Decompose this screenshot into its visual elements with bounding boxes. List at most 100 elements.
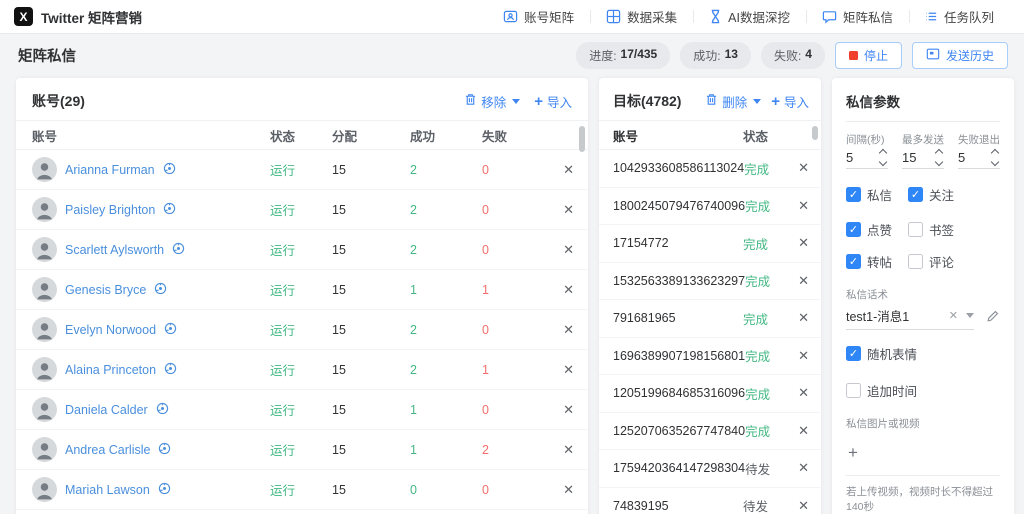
target-id: 1205199684685316096 — [613, 386, 746, 401]
comment-checkbox[interactable]: 评论 — [908, 252, 954, 271]
close-icon[interactable]: ✕ — [794, 271, 813, 291]
close-icon[interactable]: ✕ — [794, 308, 813, 328]
targets-delete-button[interactable]: 删除 — [705, 92, 762, 111]
assigned-count: 15 — [332, 282, 346, 297]
close-icon[interactable]: ✕ — [559, 200, 578, 220]
close-icon[interactable]: ✕ — [794, 346, 813, 366]
status-badge: 完成 — [745, 200, 771, 215]
close-icon[interactable]: ✕ — [559, 480, 578, 500]
follow-checkbox[interactable]: ✓ 关注 — [908, 185, 954, 204]
fail-exit-input[interactable]: 5 — [958, 148, 1000, 169]
close-icon[interactable]: ✕ — [794, 458, 813, 478]
close-icon[interactable]: ✕ — [559, 280, 578, 300]
history-label: 发送历史 — [945, 48, 994, 63]
checkbox-label: 追加时间 — [867, 385, 918, 399]
accounts-scrollbar[interactable] — [579, 126, 585, 152]
close-icon[interactable]: ✕ — [794, 158, 813, 178]
video-hint-text: 若上传视频，视频时长不得超过140秒 — [846, 486, 993, 513]
account-name-link[interactable]: Arianna Furman — [65, 163, 155, 177]
close-icon[interactable]: ✕ — [559, 400, 578, 420]
accounts-remove-button[interactable]: 移除 — [464, 92, 521, 111]
account-name-link[interactable]: Andrea Carlisle — [65, 443, 150, 457]
close-icon[interactable]: ✕ — [559, 240, 578, 260]
send-history-button[interactable]: 发送历史 — [911, 41, 1008, 69]
account-name-link[interactable]: Alaina Princeton — [65, 363, 156, 377]
browser-icon[interactable] — [156, 402, 169, 418]
close-icon[interactable]: ✕ — [794, 421, 813, 441]
random-emoji-checkbox[interactable]: ✓ 随机表情 — [846, 344, 917, 363]
repost-checkbox[interactable]: ✓ 转帖 — [846, 252, 892, 271]
close-icon[interactable]: ✕ — [559, 360, 578, 380]
add-media-icon[interactable]: + — [848, 443, 858, 462]
x-logo-icon: X — [14, 7, 33, 26]
close-icon[interactable]: ✕ — [794, 233, 813, 253]
status-badge: 完成 — [744, 162, 770, 177]
browser-icon[interactable] — [164, 322, 177, 338]
close-icon[interactable]: ✕ — [794, 496, 813, 514]
table-row: Alaina Princeton 运行 15 2 1 ✕ — [16, 350, 588, 390]
nav-item-task-queue[interactable]: 任务队列 — [908, 0, 1010, 33]
close-icon[interactable]: ✕ — [794, 383, 813, 403]
append-time-checkbox[interactable]: 追加时间 — [846, 381, 917, 400]
targets-import-button[interactable]: + 导入 — [771, 92, 809, 111]
accounts-import-button[interactable]: + 导入 — [534, 92, 572, 111]
close-icon[interactable]: ✕ — [559, 160, 578, 180]
account-name-link[interactable]: Mariah Lawson — [65, 483, 150, 497]
browser-icon[interactable] — [164, 362, 177, 378]
target-id: 1252070635267747840 — [613, 423, 746, 438]
like-checkbox[interactable]: ✓ 点赞 — [846, 220, 892, 239]
browser-icon[interactable] — [163, 162, 176, 178]
remove-label: 移除 — [481, 95, 507, 110]
checkbox-checked-icon: ✓ — [846, 187, 861, 202]
nav-item-account-matrix[interactable]: 账号矩阵 — [487, 0, 590, 33]
checkbox-checked-icon: ✓ — [908, 187, 924, 202]
fail-count: 2 — [482, 442, 489, 457]
spin-up-icon[interactable] — [934, 148, 944, 158]
col-fail: 失败 — [482, 129, 508, 144]
dm-script-select[interactable]: test1-消息1 ✕ — [846, 306, 974, 330]
account-name-link[interactable]: Scarlett Aylsworth — [65, 243, 164, 257]
status-badge: 完成 — [745, 425, 771, 440]
chevron-down-icon — [966, 313, 974, 318]
spin-down-icon[interactable] — [990, 157, 1000, 167]
account-name-link[interactable]: Evelyn Norwood — [65, 323, 156, 337]
import-label: 导入 — [783, 95, 809, 110]
progress-badge: 进度: 17/435 — [576, 41, 671, 69]
interval-input[interactable]: 5 — [846, 148, 888, 169]
spin-down-icon[interactable] — [878, 157, 888, 167]
browser-icon[interactable] — [154, 282, 167, 298]
account-name-link[interactable]: Daniela Calder — [65, 403, 148, 417]
browser-icon[interactable] — [172, 242, 185, 258]
close-icon[interactable]: ✕ — [559, 440, 578, 460]
table-row: Genesis Bryce 运行 15 1 1 ✕ — [16, 270, 588, 310]
nav-item-matrix-dm[interactable]: 矩阵私信 — [805, 0, 909, 33]
close-icon[interactable]: ✕ — [794, 196, 813, 216]
nav-label: 数据采集 — [627, 11, 678, 25]
spin-up-icon[interactable] — [878, 148, 888, 158]
max-send-input[interactable]: 15 — [902, 148, 944, 169]
bookmark-checkbox[interactable]: 书签 — [908, 220, 954, 239]
dm-checkbox[interactable]: ✓ 私信 — [846, 185, 892, 204]
col-success: 成功 — [410, 129, 436, 144]
nav-item-ai-mining[interactable]: AI数据深挖 — [693, 0, 806, 33]
browser-icon[interactable] — [163, 202, 176, 218]
media-upload-area[interactable]: + — [846, 433, 1000, 476]
avatar — [32, 157, 57, 182]
spin-up-icon[interactable] — [990, 148, 1000, 158]
fail-exit-value: 5 — [958, 150, 966, 165]
stop-button[interactable]: 停止 — [834, 41, 902, 69]
close-icon[interactable]: ✕ — [559, 320, 578, 340]
nav-item-data-collect[interactable]: 数据采集 — [590, 0, 693, 33]
browser-icon[interactable] — [158, 482, 171, 498]
account-name-link[interactable]: Genesis Bryce — [65, 283, 146, 297]
spin-down-icon[interactable] — [934, 157, 944, 167]
edit-pencil-icon[interactable] — [986, 309, 1000, 328]
targets-scrollbar[interactable] — [812, 126, 818, 140]
target-id: 1759420364147298304 — [613, 461, 746, 476]
chevron-down-icon — [753, 98, 762, 104]
target-row: 791681965 完成 ✕ — [599, 300, 821, 338]
checkbox-unchecked-icon — [846, 383, 861, 398]
browser-icon[interactable] — [158, 442, 171, 458]
account-name-link[interactable]: Paisley Brighton — [65, 203, 155, 217]
clear-icon[interactable]: ✕ — [949, 309, 958, 322]
